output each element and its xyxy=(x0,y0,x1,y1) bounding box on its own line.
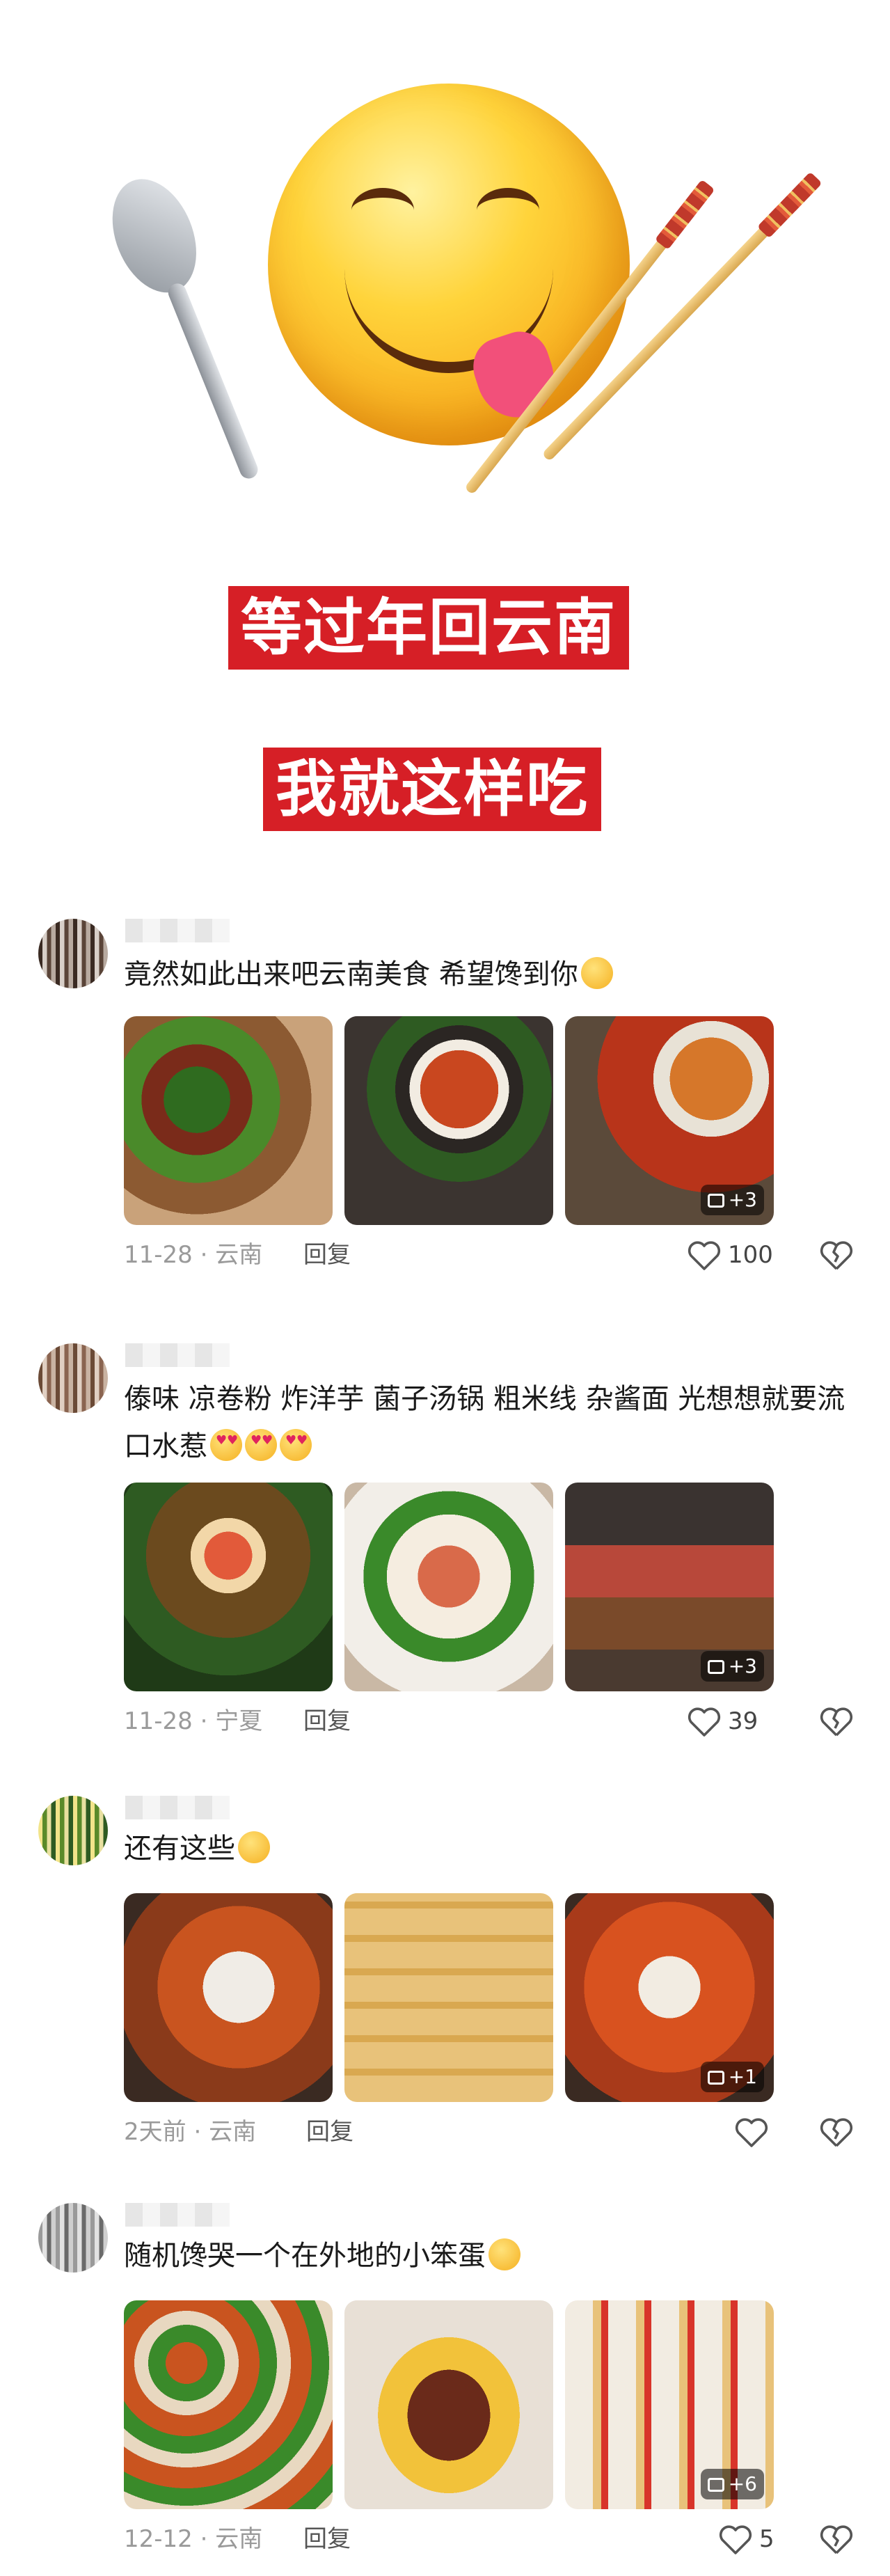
username-blurred[interactable] xyxy=(125,919,230,942)
image-icon xyxy=(707,2478,724,2492)
crying-face-emoji-icon xyxy=(488,2238,521,2270)
comment-meta: 11-28 · 云南 回复 100 xyxy=(124,1238,861,1272)
yummy-face-emoji-icon xyxy=(268,84,630,445)
photo-thumbnail[interactable] xyxy=(344,1483,553,1691)
comment-meta: 2天前 · 云南 回复 xyxy=(124,2115,861,2149)
reply-button[interactable]: 回复 xyxy=(303,1704,351,1739)
photo-thumbnail[interactable] xyxy=(124,1483,333,1691)
like-count: 39 xyxy=(728,1707,758,1735)
comment-meta: 12-12 · 云南 回复 5 xyxy=(124,2522,861,2557)
time-location: 2天前 · 云南 xyxy=(124,2118,257,2146)
avatar[interactable] xyxy=(38,1796,108,1865)
drooling-face-emoji-icon xyxy=(580,957,613,989)
photo-thumbnail[interactable] xyxy=(344,1893,553,2102)
like-button[interactable]: 39 xyxy=(688,1704,799,1739)
more-photos-badge[interactable]: +6 xyxy=(700,2469,764,2499)
username-blurred[interactable] xyxy=(125,1796,230,1819)
like-count: 5 xyxy=(759,2525,774,2553)
comment-meta: 11-28 · 宁夏 回复 39 xyxy=(124,1704,861,1739)
comment-text: 还有这些 xyxy=(124,1825,861,1872)
time-location: 12-12 · 云南 xyxy=(124,2525,263,2553)
like-count: 100 xyxy=(728,1241,773,1269)
photo-thumbnail[interactable] xyxy=(344,1016,553,1225)
spoon-icon xyxy=(97,166,290,498)
photo-thumbnail[interactable]: +1 xyxy=(565,1893,774,2102)
photo-thumbnail[interactable] xyxy=(344,2300,553,2509)
image-icon xyxy=(707,1194,724,1208)
comment-text: 傣味 凉卷粉 炸洋芋 菌子汤锅 粗米线 杂酱面 光想想就要流口水惹 xyxy=(124,1375,861,1470)
photo-thumbnail[interactable] xyxy=(124,1016,333,1225)
title-banner: 等过年回云南 xyxy=(228,586,630,670)
like-button[interactable]: 100 xyxy=(688,1238,799,1272)
comment-text: 随机馋哭一个在外地的小笨蛋 xyxy=(124,2232,861,2279)
like-button[interactable]: 5 xyxy=(719,2522,830,2557)
header-illustration: 等过年回云南 我就这样吃 xyxy=(0,0,890,856)
photo-thumbnail[interactable]: +3 xyxy=(565,1016,774,1225)
more-photos-badge[interactable]: +3 xyxy=(700,1651,764,1682)
photo-grid: +1 xyxy=(124,1893,781,2102)
comment-text: 竟然如此出来吧云南美食 希望馋到你 xyxy=(124,951,861,998)
reply-button[interactable]: 回复 xyxy=(306,2115,353,2149)
heart-outline-icon xyxy=(719,2525,752,2554)
avatar[interactable] xyxy=(38,2203,108,2273)
reply-button[interactable]: 回复 xyxy=(303,2522,351,2557)
broken-heart-icon[interactable] xyxy=(820,2525,853,2554)
reply-button[interactable]: 回复 xyxy=(303,1238,351,1272)
photo-thumbnail[interactable]: +6 xyxy=(565,2300,774,2509)
photo-grid: +6 xyxy=(124,2300,781,2509)
avatar[interactable] xyxy=(38,919,108,988)
heart-outline-icon xyxy=(688,1707,721,1737)
heart-eyes-emoji-icon xyxy=(210,1429,242,1461)
photo-thumbnail[interactable] xyxy=(124,2300,333,2509)
image-icon xyxy=(707,1660,724,1674)
broken-heart-icon[interactable] xyxy=(820,1241,853,1270)
heart-outline-icon xyxy=(735,2118,768,2147)
heart-eyes-emoji-icon xyxy=(280,1429,312,1461)
broken-heart-icon[interactable] xyxy=(820,1707,853,1737)
username-blurred[interactable] xyxy=(125,2203,230,2227)
more-photos-badge[interactable]: +1 xyxy=(700,2062,764,2092)
time-location: 11-28 · 云南 xyxy=(124,1241,263,1269)
image-icon xyxy=(707,2071,724,2085)
heart-outline-icon xyxy=(688,1241,721,1270)
grinning-face-emoji-icon xyxy=(238,1831,270,1863)
photo-thumbnail[interactable]: +3 xyxy=(565,1483,774,1691)
subtitle-banner: 我就这样吃 xyxy=(263,748,602,831)
photo-thumbnail[interactable] xyxy=(124,1893,333,2102)
username-blurred[interactable] xyxy=(125,1343,230,1367)
heart-eyes-emoji-icon xyxy=(245,1429,277,1461)
time-location: 11-28 · 宁夏 xyxy=(124,1707,263,1735)
broken-heart-icon[interactable] xyxy=(820,2118,853,2147)
more-photos-badge[interactable]: +3 xyxy=(700,1185,764,1215)
photo-grid: +3 xyxy=(124,1016,781,1225)
photo-grid: +3 xyxy=(124,1483,781,1691)
avatar[interactable] xyxy=(38,1343,108,1413)
